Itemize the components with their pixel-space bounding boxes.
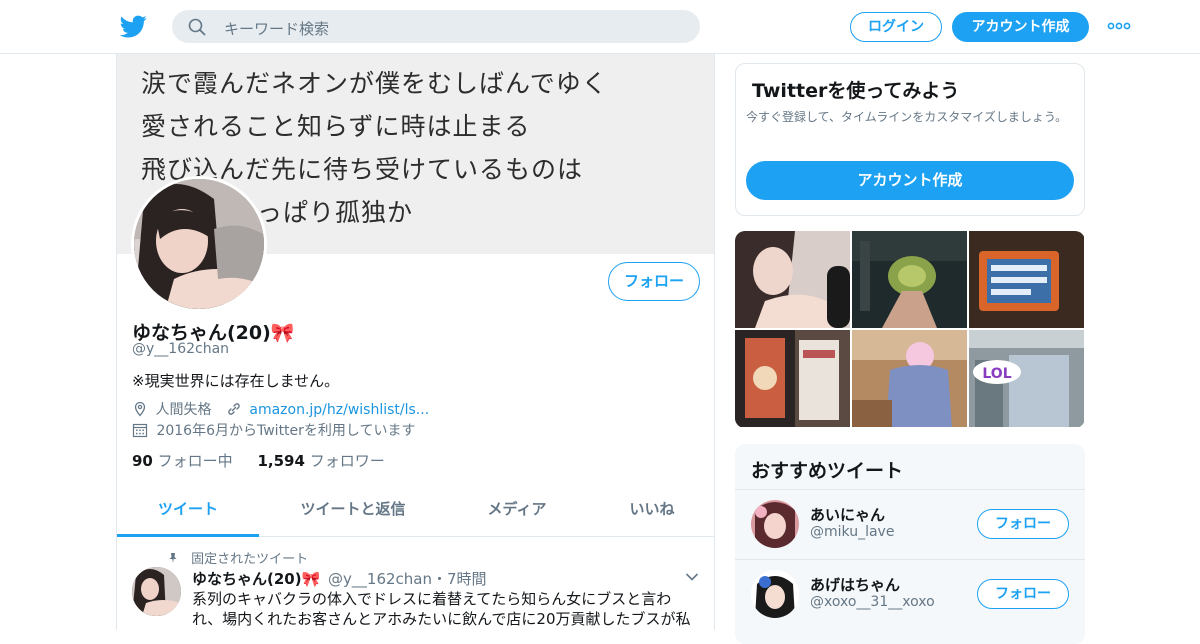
- profile-location-row: 人間失格 amazon.jp/hz/wishlist/ls...: [132, 399, 429, 419]
- tweet-avatar[interactable]: [132, 567, 181, 616]
- pin-icon: [169, 553, 177, 563]
- recommended-follow-button[interactable]: フォロー: [977, 509, 1069, 539]
- signup-card-description: 今すぐ登録して、タイムラインをカスタマイズしましょう。: [746, 110, 1068, 124]
- profile-column: 涙で霞んだネオンが僕をむしばんでゆく 愛されること知らずに時は止まる 飛び込んだ…: [116, 54, 715, 630]
- media-overlay-text: LOL: [982, 366, 1011, 382]
- followers-label: フォロワー: [309, 452, 385, 470]
- media-thumbnail[interactable]: [735, 330, 850, 427]
- media-thumbnail[interactable]: [852, 330, 967, 427]
- pinned-tweet-label: 固定されたツイート: [167, 548, 308, 567]
- media-thumbnail[interactable]: LOL: [969, 330, 1084, 427]
- twitter-bird-icon[interactable]: [120, 13, 147, 40]
- more-options-icon[interactable]: [1106, 18, 1132, 34]
- followers-stat[interactable]: 1,594 フォロワー: [257, 452, 384, 470]
- location-pin-icon: [134, 401, 146, 417]
- profile-stats: 90 フォロー中 1,594 フォロワー: [132, 450, 385, 471]
- signup-card-button[interactable]: アカウント作成: [746, 161, 1074, 200]
- tab-tweets-and-replies[interactable]: ツイートと返信: [279, 487, 427, 537]
- banner-text-line: 愛されること知らずに時は止まる: [141, 112, 531, 141]
- banner-text-line: 涙で霞んだネオンが僕をむしばんでゆく: [141, 69, 608, 98]
- profile-location: 人間失格: [155, 402, 212, 418]
- tweet-author-handle[interactable]: @y__162chan: [328, 570, 432, 588]
- recommended-avatar[interactable]: [751, 500, 799, 548]
- recommended-follow-button[interactable]: フォロー: [977, 579, 1069, 609]
- divider: [735, 489, 1085, 490]
- search-icon: [188, 18, 206, 36]
- tab-tweets[interactable]: ツイート: [117, 487, 259, 537]
- top-navigation-bar: キーワード検索 ログイン アカウント作成: [0, 0, 1200, 54]
- profile-avatar[interactable]: [131, 176, 267, 312]
- recommended-handle[interactable]: @xoxo__31__xoxo: [810, 594, 935, 610]
- signup-button[interactable]: アカウント作成: [952, 12, 1089, 42]
- media-thumbnail[interactable]: [852, 231, 967, 328]
- recommended-name[interactable]: あいにゃん: [810, 504, 885, 525]
- divider: [735, 559, 1085, 560]
- profile-joined-date: 2016年6月からTwitterを利用しています: [156, 423, 416, 439]
- following-stat[interactable]: 90 フォロー中: [132, 452, 233, 470]
- media-thumbnail[interactable]: [735, 231, 850, 328]
- profile-joined-row: 2016年6月からTwitterを利用しています: [132, 420, 416, 440]
- recommended-accounts-card: おすすめツイート あいにゃん @miku_lave フォロー あげはちゃん @x…: [735, 444, 1085, 644]
- tab-likes[interactable]: いいね: [607, 487, 697, 537]
- recommended-title: おすすめツイート: [751, 460, 904, 482]
- recommended-handle[interactable]: @miku_lave: [810, 524, 894, 540]
- pinned-text: 固定されたツイート: [191, 552, 309, 567]
- tweet-timestamp[interactable]: ・7時間: [432, 570, 487, 588]
- profile-tabs: ツイート ツイートと返信 メディア いいね: [117, 487, 714, 537]
- media-thumbnail[interactable]: [969, 231, 1084, 328]
- tab-media[interactable]: メディア: [457, 487, 577, 537]
- tweet-text: 系列のキャバクラの体入でドレスに着替えてたら知らん女にブスと言われ、場内くれたお…: [192, 590, 691, 628]
- followers-count: 1,594: [257, 452, 305, 470]
- profile-handle[interactable]: @y__162chan: [132, 341, 229, 357]
- following-label: フォロー中: [157, 452, 233, 470]
- tweet-author-name[interactable]: ゆなちゃん(20)🎀: [192, 570, 320, 588]
- media-grid: LOL: [735, 231, 1085, 428]
- signup-card-title: Twitterを使ってみよう: [752, 80, 960, 102]
- follow-button[interactable]: フォロー: [608, 262, 700, 301]
- search-bar[interactable]: キーワード検索: [172, 10, 700, 43]
- tweet-header: ゆなちゃん(20)🎀 @y__162chan・7時間: [192, 568, 487, 589]
- recommended-avatar[interactable]: [751, 570, 799, 618]
- link-icon: [228, 403, 240, 415]
- search-input[interactable]: キーワード検索: [224, 18, 329, 39]
- login-button[interactable]: ログイン: [850, 12, 942, 42]
- profile-url-link[interactable]: amazon.jp/hz/wishlist/ls...: [249, 402, 429, 418]
- chevron-down-icon[interactable]: [685, 572, 699, 582]
- banner-text-line: っぱり孤独か: [257, 198, 414, 227]
- signup-card: Twitterを使ってみよう 今すぐ登録して、タイムラインをカスタマイズしましょ…: [735, 63, 1085, 216]
- profile-bio: ※現実世界には存在しません。: [132, 372, 340, 390]
- recommended-name[interactable]: あげはちゃん: [810, 574, 900, 595]
- following-count: 90: [132, 452, 153, 470]
- calendar-icon: [132, 423, 148, 438]
